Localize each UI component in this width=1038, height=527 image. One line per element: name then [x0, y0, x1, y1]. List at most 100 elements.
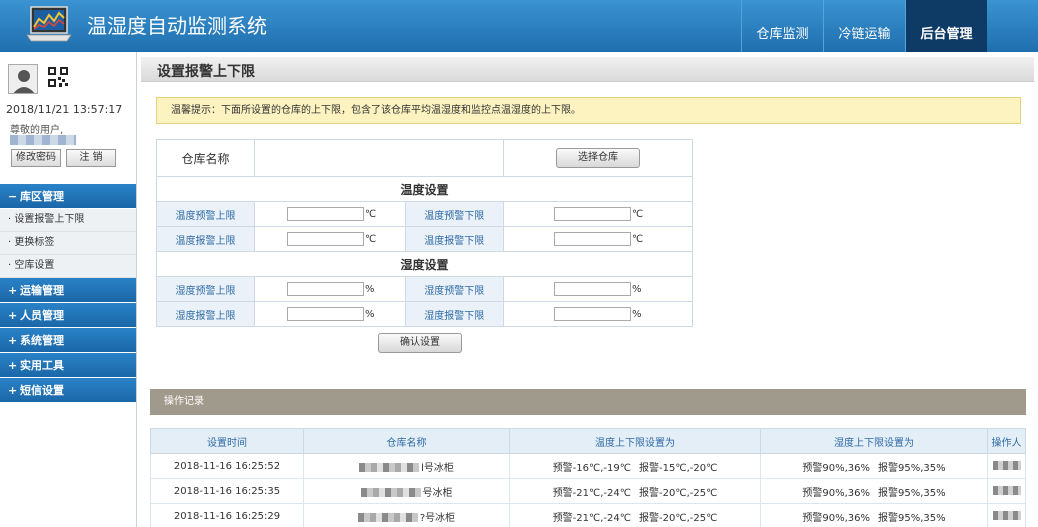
sidebar-item-replace-tag[interactable]: · 更换标签 — [0, 232, 136, 255]
col-warehouse-name: 仓库名称 — [303, 428, 510, 454]
current-datetime: 2018/11/21 13:57:17 — [6, 103, 123, 116]
cell-warehouse-suffix: ?号冰柜 — [419, 512, 456, 524]
unit-label: % — [365, 284, 375, 295]
cell-warehouse: 号冰柜 — [303, 478, 510, 504]
sidebar-item-alarm-limits[interactable]: · 设置报警上下限 — [0, 209, 136, 232]
username-masked — [10, 135, 76, 145]
table-row[interactable]: 2018-11-16 16:25:35 号冰柜 预警-21℃,-24℃ 报警-20… — [150, 478, 1026, 504]
user-panel: 2018/11/21 13:57:17 尊敬的用户, 修改密码 注 销 — [0, 52, 136, 184]
main-content: 设置报警上下限 温馨提示：下面所设置的仓库的上下限，包含了该仓库平均温湿度和监控… — [141, 52, 1038, 527]
cell-temp: 预警-16℃,-19℃ 报警-15℃,-20℃ — [509, 453, 761, 479]
page-title: 设置报警上下限 — [157, 64, 255, 80]
temp-warn-upper-input[interactable] — [287, 207, 364, 221]
cell-temp: 预警-21℃,-24℃ 报警-20℃,-25℃ — [509, 503, 761, 527]
cell-warehouse-suffix: l号冰柜 — [421, 462, 454, 474]
humid-warn-lower-cell: % — [503, 276, 693, 302]
temp-alarm-value: 报警-15℃,-20℃ — [639, 462, 718, 474]
unit-label: ℃ — [632, 234, 644, 245]
sidebar: 2018/11/21 13:57:17 尊敬的用户, 修改密码 注 销 − 库区管… — [0, 52, 137, 527]
col-humid-limits: 湿度上下限设置为 — [760, 428, 988, 454]
select-warehouse-cell: 选择仓库 — [503, 139, 693, 177]
sidebar-item-label: 更换标签 — [14, 237, 55, 248]
temp-warn-lower-label: 温度预警下限 — [404, 201, 505, 227]
logout-button[interactable]: 注 销 — [66, 149, 116, 167]
humid-alarm-value: 报警95%,35% — [878, 487, 946, 499]
humid-warn-upper-label: 湿度预警上限 — [156, 276, 255, 302]
sidebar-group-tools[interactable]: + 实用工具 — [0, 353, 136, 378]
humid-warn-lower-label: 湿度预警下限 — [404, 276, 505, 302]
sidebar-group-system[interactable]: + 系统管理 — [0, 328, 136, 353]
temp-alarm-lower-label: 温度报警下限 — [404, 226, 505, 252]
table-row[interactable]: 2018-11-16 16:25:29 ?号冰柜 预警-21℃,-24℃ 报警-2… — [150, 503, 1026, 527]
temp-warn-value: 预警-21℃,-24℃ — [552, 512, 631, 524]
alarm-limit-form: 仓库名称 选择仓库 温度设置 温度预警上限 ℃ 温度预警下限 ℃ 温度报警上限 … — [156, 139, 693, 327]
sidebar-group-transport[interactable]: + 运输管理 — [0, 278, 136, 303]
app-header: 温湿度自动监测系统 仓库监测 冷链运输 后台管理 — [0, 0, 1038, 52]
temp-warn-value: 预警-16℃,-19℃ — [552, 462, 631, 474]
operation-log-table: 设置时间 仓库名称 温度上下限设置为 湿度上下限设置为 操作人 2018-11-… — [150, 428, 1026, 527]
sidebar-item-label: 空库设置 — [14, 260, 55, 271]
cell-warehouse: l号冰柜 — [303, 453, 510, 479]
temp-warn-value: 预警-21℃,-24℃ — [552, 487, 631, 499]
temperature-section-title: 温度设置 — [156, 176, 693, 202]
select-warehouse-button[interactable]: 选择仓库 — [556, 148, 640, 168]
cell-humid: 预警90%,36% 报警95%,35% — [760, 478, 988, 504]
sidebar-group-personnel[interactable]: + 人员管理 — [0, 303, 136, 328]
plus-icon: + — [8, 359, 18, 372]
app-title: 温湿度自动监测系统 — [87, 14, 267, 38]
sidebar-group-area-management[interactable]: − 库区管理 — [0, 184, 136, 209]
tab-warehouse-monitor[interactable]: 仓库监测 — [741, 0, 823, 52]
change-password-button[interactable]: 修改密码 — [11, 149, 61, 167]
tab-admin[interactable]: 后台管理 — [905, 0, 987, 52]
temp-alarm-lower-cell: ℃ — [503, 226, 693, 252]
humid-alarm-value: 报警95%,35% — [878, 512, 946, 524]
temp-alarm-lower-input[interactable] — [554, 232, 631, 246]
sidebar-group-label: 人员管理 — [20, 309, 64, 322]
temp-warn-lower-cell: ℃ — [503, 201, 693, 227]
col-set-time: 设置时间 — [150, 428, 304, 454]
temp-alarm-upper-label: 温度报警上限 — [156, 226, 255, 252]
unit-label: % — [632, 309, 642, 320]
cell-humid: 预警90%,36% 报警95%,35% — [760, 503, 988, 527]
humidity-section-title: 湿度设置 — [156, 251, 693, 277]
qr-code-icon[interactable] — [48, 67, 68, 87]
confirm-settings-button[interactable]: 确认设置 — [378, 333, 462, 353]
humid-warn-upper-cell: % — [254, 276, 406, 302]
sidebar-group-label: 短信设置 — [20, 384, 64, 397]
plus-icon: + — [8, 284, 18, 297]
sidebar-item-empty-warehouse[interactable]: · 空库设置 — [0, 255, 136, 278]
table-row[interactable]: 2018-11-16 16:25:52 l号冰柜 预警-16℃,-19℃ 报警-1… — [150, 453, 1026, 479]
temp-warn-upper-label: 温度预警上限 — [156, 201, 255, 227]
masked-text — [359, 463, 420, 472]
humid-alarm-upper-input[interactable] — [287, 307, 364, 321]
humid-alarm-upper-cell: % — [254, 301, 406, 327]
unit-label: ℃ — [632, 209, 644, 220]
temp-alarm-upper-input[interactable] — [287, 232, 364, 246]
humid-warn-upper-input[interactable] — [287, 282, 364, 296]
humid-warn-value: 预警90%,36% — [802, 487, 870, 499]
humid-alarm-lower-label: 湿度报警下限 — [404, 301, 505, 327]
temp-warn-lower-input[interactable] — [554, 207, 631, 221]
sidebar-group-label: 系统管理 — [20, 334, 64, 347]
humid-alarm-lower-input[interactable] — [554, 307, 631, 321]
masked-text — [992, 461, 1021, 470]
sidebar-group-label: 运输管理 — [20, 284, 64, 297]
greeting-text: 尊敬的用户, — [10, 125, 64, 136]
cell-operator — [987, 503, 1026, 527]
temp-alarm-value: 报警-20℃,-25℃ — [639, 487, 718, 499]
cell-time: 2018-11-16 16:25:35 — [150, 478, 304, 504]
sidebar-group-sms[interactable]: + 短信设置 — [0, 378, 136, 403]
cell-operator — [987, 453, 1026, 479]
plus-icon: + — [8, 334, 18, 347]
masked-text — [992, 486, 1021, 495]
humid-warn-lower-input[interactable] — [554, 282, 631, 296]
tab-cold-chain[interactable]: 冷链运输 — [823, 0, 905, 52]
top-nav: 仓库监测 冷链运输 后台管理 — [741, 0, 987, 52]
humid-alarm-upper-label: 湿度报警上限 — [156, 301, 255, 327]
col-operator: 操作人 — [987, 428, 1026, 454]
humid-alarm-lower-cell: % — [503, 301, 693, 327]
masked-text — [360, 488, 421, 497]
plus-icon: + — [8, 384, 18, 397]
table-header-row: 设置时间 仓库名称 温度上下限设置为 湿度上下限设置为 操作人 — [150, 428, 1026, 454]
minus-icon: − — [8, 190, 18, 203]
